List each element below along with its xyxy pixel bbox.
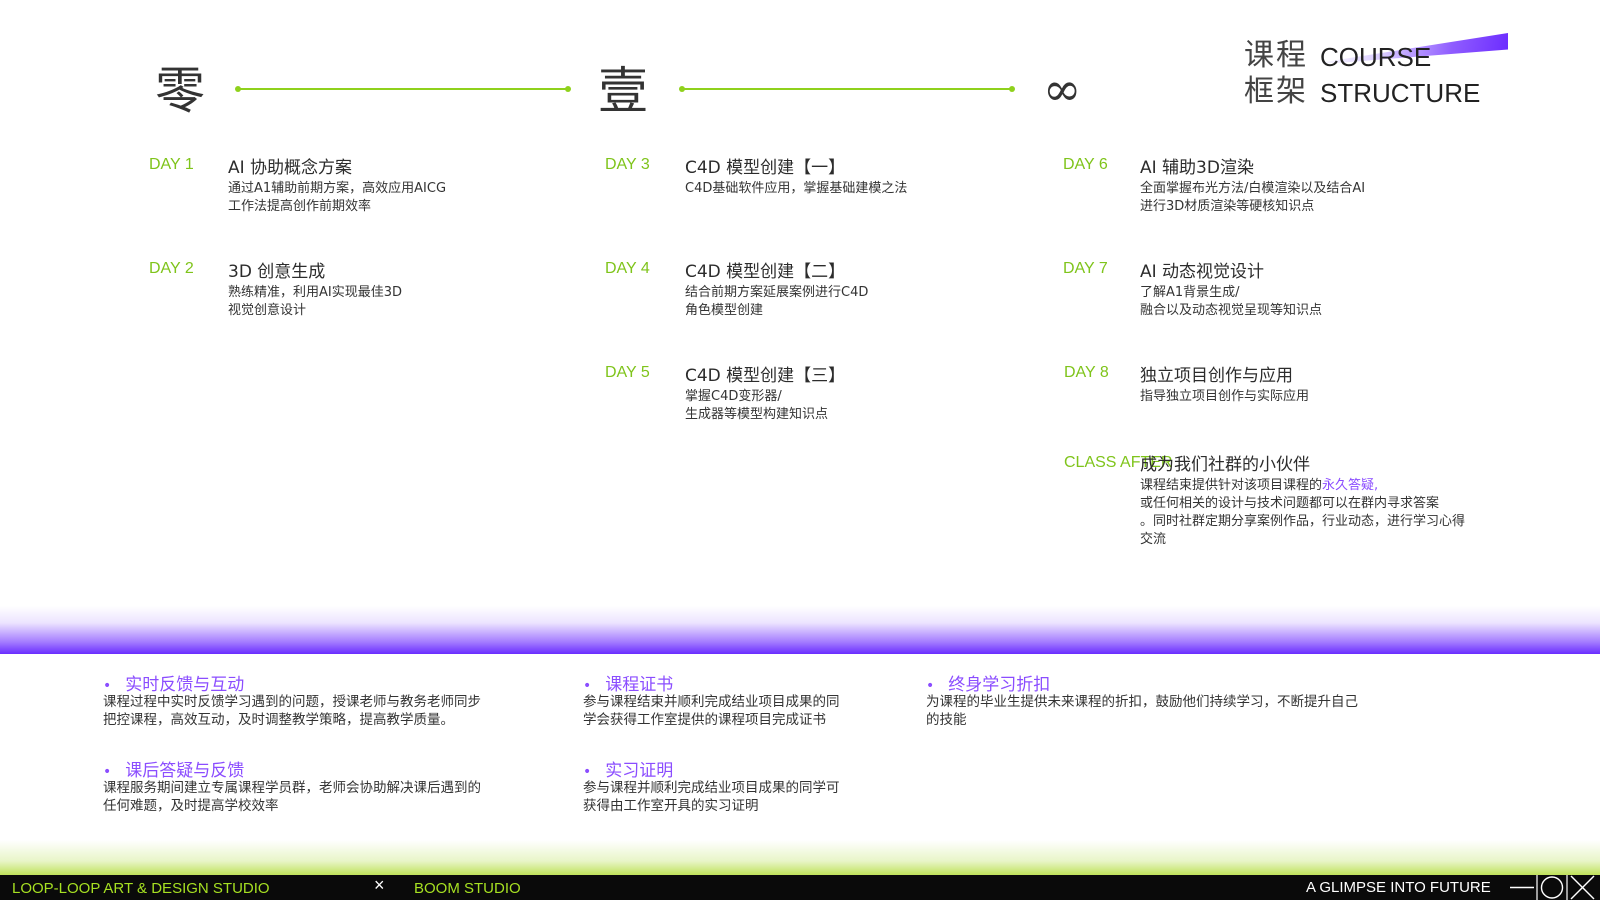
stage-infinity: ∞ xyxy=(1043,62,1082,116)
day-label: DAY 4 xyxy=(605,260,650,277)
page-title-en: COURSE STRUCTURE xyxy=(1320,39,1480,111)
benefit-description: 课程过程中实时反馈学习遇到的问题，授课老师与教务老师同步 把控课程，高效互动，及时… xyxy=(103,694,481,728)
page-title: 课程 框架 xyxy=(1244,38,1308,110)
title-en-line1: COURSE xyxy=(1320,42,1432,72)
day-label: DAY 8 xyxy=(1064,364,1109,381)
day-description: 了解A1背景生成/融合以及动态视觉呈现等知识点 xyxy=(1140,285,1323,318)
title-cn-line1: 课程 xyxy=(1244,38,1308,73)
benefit-description: 参与课程并顺利完成结业项目成果的同学可 获得由工作室开具的实习证明 xyxy=(583,780,840,814)
bullet-icon: • xyxy=(926,678,935,694)
day-title: C4D 模型创建【三】 xyxy=(685,366,846,386)
day-title: 成为我们社群的小伙伴 xyxy=(1140,455,1310,475)
footer-logo-icon xyxy=(1510,875,1595,900)
purple-divider-band xyxy=(0,606,1600,654)
day-label: DAY 5 xyxy=(605,364,650,381)
title-cn-line2: 框架 xyxy=(1244,74,1308,109)
day-label: DAY 3 xyxy=(605,156,650,173)
stage-zero: 零 xyxy=(155,62,205,120)
day-description: 结合前期方案延展案例进行C4D 角色模型创建 xyxy=(685,285,869,318)
benefit-description: 参与课程结束并顺利完成结业项目成果的同 学会获得工作室提供的课程项目完成证书 xyxy=(583,694,840,728)
benefit-title: • 终身学习折扣 xyxy=(926,675,1051,695)
day-title: 3D 创意生成 xyxy=(228,262,326,282)
benefit-title: • 实时反馈与互动 xyxy=(103,675,245,695)
bullet-icon: • xyxy=(583,678,592,694)
bullet-icon: • xyxy=(103,764,112,780)
stage-one: 壹 xyxy=(598,62,648,120)
benefit-title: • 实习证明 xyxy=(583,761,674,781)
day-label: DAY 2 xyxy=(149,260,194,277)
day-description: 掌握C4D变形器/生成器等模型构建知识点 xyxy=(685,389,829,422)
highlight-text: 永久答疑, xyxy=(1322,478,1379,493)
day-title: AI 动态视觉设计 xyxy=(1140,262,1265,282)
footer-studio-name: LOOP-LOOP ART & DESIGN STUDIO xyxy=(12,880,270,897)
day-title: 独立项目创作与应用 xyxy=(1140,366,1293,386)
day-title: C4D 模型创建【二】 xyxy=(685,262,846,282)
green-divider-band xyxy=(0,840,1600,875)
bullet-icon: • xyxy=(583,764,592,780)
stage-connector xyxy=(235,86,571,92)
footer-partner-name: BOOM STUDIO xyxy=(414,880,521,897)
benefit-description: 为课程的毕业生提供未来课程的折扣，鼓励他们持续学习，不断提升自己 的技能 xyxy=(926,694,1358,728)
day-description: 全面掌握布光方法/白模渲染以及结合AI 进行3D材质渲染等硬核知识点 xyxy=(1140,181,1366,214)
footer-bar: LOOP-LOOP ART & DESIGN STUDIO × BOOM STU… xyxy=(0,875,1600,900)
day-description: C4D基础软件应用，掌握基础建模之法 xyxy=(685,181,908,196)
day-label: DAY 1 xyxy=(149,156,194,173)
day-label: DAY 6 xyxy=(1063,156,1108,173)
day-label: DAY 7 xyxy=(1063,260,1108,277)
day-description: 熟练精准，利用AI实现最佳3D 视觉创意设计 xyxy=(228,285,403,318)
day-title: AI 辅助3D渲染 xyxy=(1140,158,1254,178)
day-description: 指导独立项目创作与实际应用 xyxy=(1140,389,1310,404)
bullet-icon: • xyxy=(103,678,112,694)
footer-tagline: A GLIMPSE INTO FUTURE xyxy=(1306,879,1491,896)
title-en-line2: STRUCTURE xyxy=(1320,78,1481,108)
benefit-description: 课程服务期间建立专属课程学员群，老师会协助解决课后遇到的 任何难题，及时提高学校效… xyxy=(103,780,481,814)
day-title: C4D 模型创建【一】 xyxy=(685,158,846,178)
footer-cross-icon: × xyxy=(374,875,385,895)
benefit-title: • 课程证书 xyxy=(583,675,674,695)
day-title: AI 协助概念方案 xyxy=(228,158,353,178)
benefit-title: • 课后答疑与反馈 xyxy=(103,761,245,781)
stage-connector xyxy=(679,86,1015,92)
day-description: 课程结束提供针对该项目课程的永久答疑, 或任何相关的设计与技术问题都可以在群内寻… xyxy=(1140,478,1466,547)
day-description: 通过A1辅助前期方案，高效应用AICG 工作法提高创作前期效率 xyxy=(228,181,447,214)
